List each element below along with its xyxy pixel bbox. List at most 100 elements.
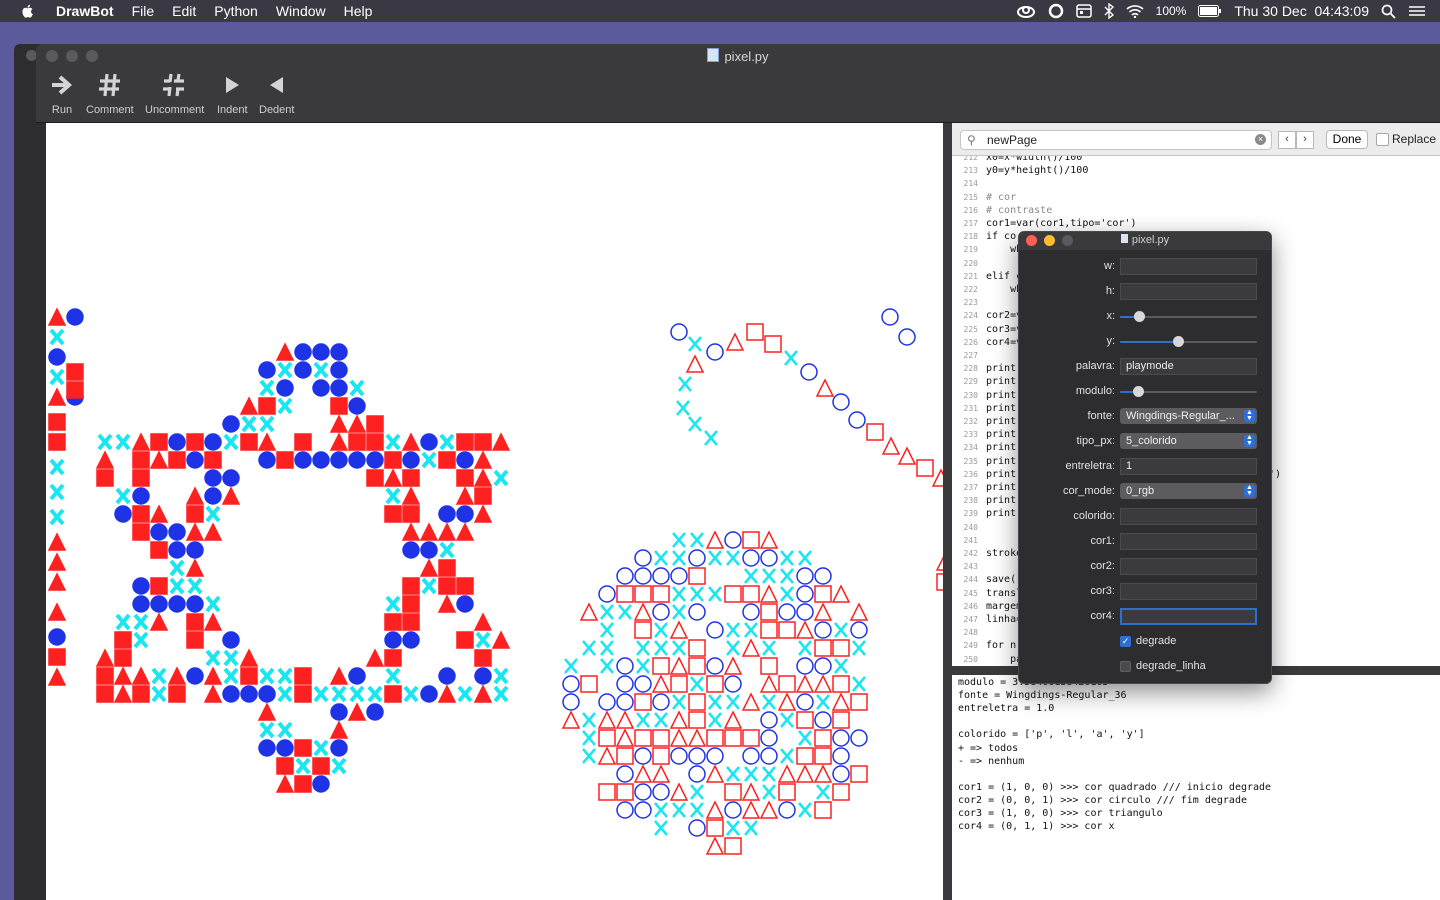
bluetooth-icon[interactable] (1104, 3, 1114, 19)
run-button[interactable]: Run (50, 72, 74, 116)
spotlight-icon[interactable] (1381, 4, 1396, 19)
square-pixel (814, 801, 832, 819)
triangle-pixel (203, 684, 223, 703)
output-console[interactable]: modulo = 3.58406138420105fonte = Wingdin… (952, 675, 1440, 900)
degrade-checkbox[interactable]: ✓ (1120, 636, 1131, 647)
square-pixel (796, 711, 814, 729)
x-pixel (708, 586, 722, 602)
circle-pixel (832, 765, 850, 783)
code-line[interactable]: 213 y0=y*height()/100 (952, 164, 1440, 177)
circle-pixel (724, 801, 742, 819)
x-pixel (582, 640, 596, 656)
code-text: print( (986, 389, 1023, 401)
circle-pixel (832, 747, 850, 765)
triangle-pixel (725, 332, 745, 351)
find-done-button[interactable]: Done (1326, 130, 1368, 149)
variables-title: pixel.py (1019, 234, 1271, 246)
circle-pixel (796, 585, 814, 603)
drawing-canvas[interactable] (46, 123, 955, 900)
apple-icon[interactable] (20, 3, 36, 19)
code-text: print( (986, 495, 1023, 507)
triangle-pixel (113, 666, 133, 685)
wifi-icon[interactable] (1126, 4, 1144, 18)
app-menu[interactable]: DrawBot (36, 3, 123, 19)
clock[interactable]: Thu 30 Dec 04:43:09 (1234, 3, 1369, 19)
square-pixel (796, 747, 814, 765)
left-gutter (36, 123, 46, 900)
fonte-select[interactable]: Wingdings-Regular_... ▲ ▼ (1120, 408, 1257, 424)
code-text: print( (986, 376, 1023, 388)
x-pixel (295, 757, 311, 775)
x-pixel (690, 586, 704, 602)
calendar-icon[interactable] (1075, 3, 1092, 19)
palavra-field[interactable]: playmode (1120, 358, 1257, 375)
code-line[interactable]: 216 # contraste (952, 204, 1440, 217)
output-line: cor4 = (0, 1, 1) >>> cor x (958, 821, 1115, 833)
menu-window[interactable]: Window (267, 3, 335, 19)
x-pixel (439, 541, 455, 559)
y-slider-knob[interactable] (1172, 336, 1184, 347)
creative-cloud-icon[interactable] (1016, 4, 1036, 18)
find-next-button[interactable]: › (1296, 131, 1314, 149)
code-line[interactable]: 217 cor1=var(cor1,tipo='cor') (952, 217, 1440, 230)
cor2-field[interactable] (1120, 558, 1257, 575)
circle-pixel (814, 657, 832, 675)
entreletra-field[interactable]: 1 (1120, 458, 1257, 475)
menu-file[interactable]: File (123, 3, 164, 19)
x-slider-knob[interactable] (1134, 311, 1146, 322)
x-pixel (169, 577, 185, 595)
indent-button[interactable]: Indent (217, 72, 248, 116)
triangle-pixel (329, 666, 349, 685)
menu-help[interactable]: Help (335, 3, 382, 19)
code-line[interactable]: 212 x0=x*width()/100 (952, 156, 1440, 164)
menu-python[interactable]: Python (205, 3, 267, 19)
triangle-pixel (813, 674, 833, 693)
comment-button[interactable]: Comment (86, 72, 134, 116)
x-pixel (690, 532, 704, 548)
battery-icon[interactable] (1198, 5, 1222, 17)
triangle-pixel (669, 782, 689, 801)
cor4-field[interactable] (1120, 608, 1257, 625)
dedent-button[interactable]: Dedent (259, 72, 294, 116)
cor1-field[interactable] (1120, 533, 1257, 550)
tipo-px-select[interactable]: 5_colorido ▲ ▼ (1120, 433, 1257, 449)
circle-status-icon[interactable] (1048, 3, 1064, 19)
square-pixel (832, 639, 850, 657)
find-field[interactable]: ⚲ newPage × (960, 130, 1272, 150)
clear-search-icon[interactable]: × (1255, 134, 1266, 145)
x-pixel (349, 685, 365, 703)
circle-pixel (456, 451, 474, 469)
x-pixel (385, 595, 401, 613)
circle-pixel (204, 487, 222, 505)
uncomment-button[interactable]: Uncomment (145, 72, 204, 116)
control-center-icon[interactable] (1408, 4, 1426, 18)
code-line[interactable]: 215 # cor (952, 191, 1440, 204)
circle-pixel (168, 595, 186, 613)
cor-mode-select[interactable]: 0_rgb ▲ ▼ (1120, 483, 1257, 499)
degrade-label: degrade (1136, 635, 1177, 647)
find-previous-button[interactable]: ‹ (1278, 131, 1296, 149)
degrade-linha-checkbox[interactable] (1120, 661, 1131, 672)
output-line: - => nenhum (958, 755, 1025, 767)
replace-checkbox[interactable] (1376, 133, 1389, 146)
colorido-field[interactable] (1120, 508, 1257, 525)
cor3-field[interactable] (1120, 583, 1257, 600)
square-pixel (760, 621, 778, 639)
w-field[interactable] (1120, 258, 1257, 275)
square-pixel (240, 433, 258, 451)
h-label: h: (1105, 285, 1115, 297)
triangle-pixel (669, 728, 689, 747)
square-pixel (294, 685, 312, 703)
modulo-slider-knob[interactable] (1132, 386, 1144, 397)
triangle-pixel (795, 620, 815, 639)
triangle-pixel (203, 522, 223, 541)
circle-pixel (240, 685, 258, 703)
menu-edit[interactable]: Edit (163, 3, 205, 19)
select-arrows-icon: ▲ ▼ (1244, 484, 1255, 497)
vertical-splitter[interactable] (943, 123, 952, 900)
triangle-pixel (597, 710, 617, 729)
code-line[interactable]: 214 (952, 177, 1440, 190)
square-pixel (832, 675, 850, 693)
h-field[interactable] (1120, 283, 1257, 300)
square-pixel (66, 381, 84, 399)
